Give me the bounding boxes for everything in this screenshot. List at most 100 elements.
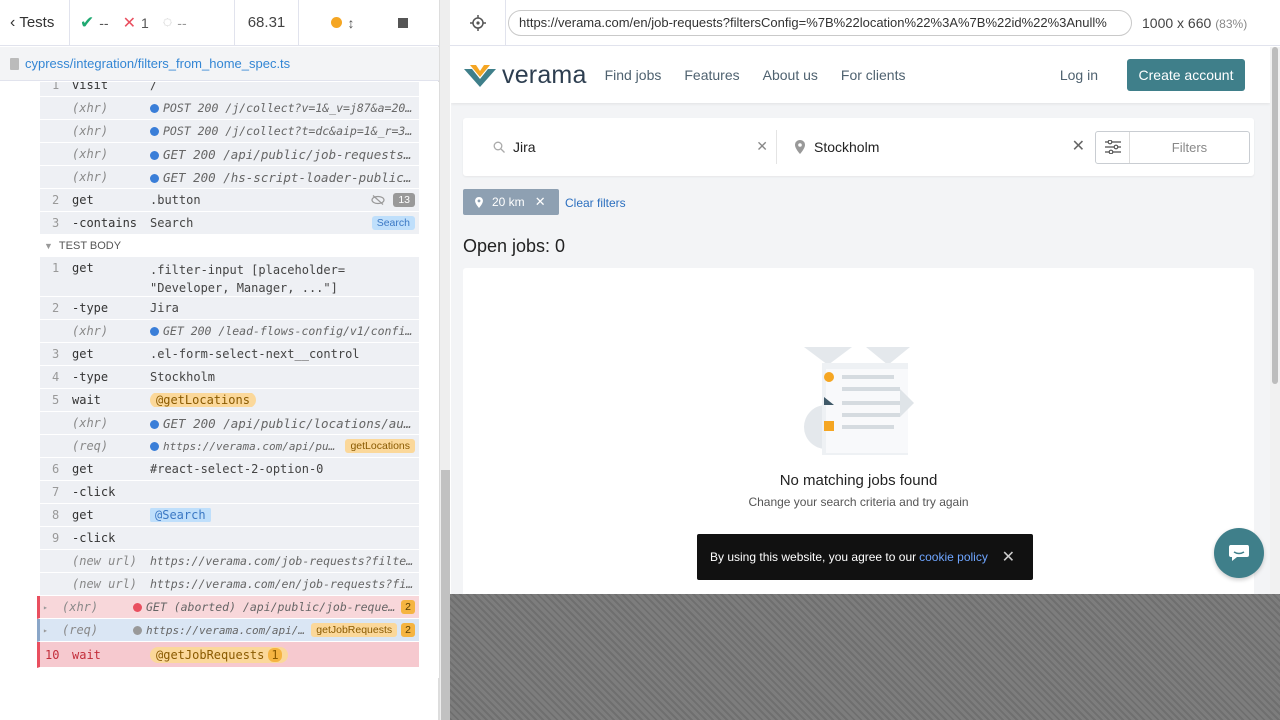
command-name: (req) xyxy=(62,623,99,637)
command-name: get xyxy=(72,462,94,476)
command-message: GET (aborted) /api/public/job-requests?.… xyxy=(133,600,401,614)
clear-location-icon[interactable]: ✕ xyxy=(1072,136,1085,156)
element-count-badge: 13 xyxy=(393,193,415,207)
remove-chip-icon[interactable]: ✕ xyxy=(535,194,546,210)
location-value: Stockholm xyxy=(814,139,880,155)
command-message: Jira xyxy=(150,301,179,315)
section-label: TEST BODY xyxy=(58,240,122,252)
command-row[interactable]: 4 -type Stockholm xyxy=(40,366,419,389)
command-number: 3 xyxy=(52,347,60,361)
command-name: visit xyxy=(72,82,109,92)
command-row[interactable]: (xhr) POST 200 /j/collect?t=dc&aip=1&_r=… xyxy=(40,120,419,143)
nav-for-clients[interactable]: For clients xyxy=(841,67,906,83)
viewport-info[interactable]: 1000 x 660 (83%) xyxy=(1142,15,1247,31)
test-body-section[interactable]: ▼ TEST BODY xyxy=(40,235,419,257)
site-navbar: verama Find jobs Features About us For c… xyxy=(451,47,1270,103)
command-row[interactable]: (new url) https://verama.com/job-request… xyxy=(40,550,419,573)
distance-filter-chip[interactable]: 20 km ✕ xyxy=(463,189,559,215)
command-row[interactable]: 1 get .filter-input [placeholder= "Devel… xyxy=(40,257,419,297)
close-icon[interactable]: ✕ xyxy=(1002,547,1015,567)
command-name: (xhr) xyxy=(72,124,109,138)
stop-icon[interactable] xyxy=(397,17,408,28)
command-row[interactable]: 3 -contains Search Search xyxy=(40,212,419,235)
command-row[interactable]: (xhr) GET 200 /api/public/job-requests?.… xyxy=(40,143,419,166)
command-row[interactable]: (xhr) GET 200 /api/public/locations/aut.… xyxy=(40,412,419,435)
aut-empty-area xyxy=(450,594,1280,720)
nav-features[interactable]: Features xyxy=(684,67,739,83)
command-name: get xyxy=(72,508,94,522)
create-account-button[interactable]: Create account xyxy=(1127,59,1245,91)
xhr-status-icon xyxy=(150,327,159,336)
command-name: (xhr) xyxy=(72,170,109,184)
command-row[interactable]: (xhr) GET 200 /hs-script-loader-public/.… xyxy=(40,166,419,189)
command-row[interactable]: 2 -type Jira xyxy=(40,297,419,320)
command-row[interactable]: 5 wait @getLocations xyxy=(40,389,419,412)
login-link[interactable]: Log in xyxy=(1060,67,1098,83)
command-row[interactable]: 1 visit / xyxy=(40,82,419,97)
filters-button[interactable]: Filters xyxy=(1095,130,1250,164)
command-message: @Search xyxy=(150,508,419,522)
failed-stat: ✕ 1 xyxy=(123,13,149,33)
command-number: 1 xyxy=(52,82,60,92)
selector-playground-button[interactable] xyxy=(450,0,506,46)
nav-find-jobs[interactable]: Find jobs xyxy=(605,67,662,83)
scrollbar-thumb[interactable] xyxy=(441,470,450,720)
command-name: -type xyxy=(72,301,109,315)
command-row[interactable]: (new url) https://verama.com/en/job-requ… xyxy=(40,573,419,596)
command-name: -type xyxy=(72,370,109,384)
command-row[interactable]: 3 get .el-form-select-next__control xyxy=(40,343,419,366)
command-row[interactable]: 2 get .button 13 xyxy=(40,189,419,212)
open-jobs-heading: Open jobs: 0 xyxy=(463,236,566,256)
command-row[interactable]: 7 -click xyxy=(40,481,419,504)
command-number: 8 xyxy=(52,508,60,522)
command-row-failed[interactable]: 10 wait @getJobRequests 1 xyxy=(37,642,419,668)
spec-path: cypress/integration/filters_from_home_sp… xyxy=(25,56,291,71)
command-row[interactable]: (xhr) POST 200 /j/collect?v=1&_v=j87&a=2… xyxy=(40,97,419,120)
duration: 68.31 xyxy=(235,0,299,45)
cookie-policy-link[interactable]: cookie policy xyxy=(919,550,988,564)
command-row[interactable]: 8 get @Search xyxy=(40,504,419,527)
aut-scrollbar[interactable] xyxy=(1270,47,1280,594)
scrollbar-thumb[interactable] xyxy=(1272,47,1278,384)
command-log: 1 visit / (xhr) POST 200 /j/collect?v=1&… xyxy=(0,82,439,678)
command-message: https://verama.com/api/publi... xyxy=(150,440,345,453)
aut-url[interactable]: https://verama.com/en/job-requests?filte… xyxy=(508,9,1132,36)
command-row[interactable]: 6 get #react-select-2-option-0 xyxy=(40,458,419,481)
running-indicator-icon[interactable]: ↕ xyxy=(330,15,355,31)
clear-keyword-icon[interactable]: ✕ xyxy=(756,138,768,155)
command-row[interactable]: (xhr) GET 200 /lead-flows-config/v1/conf… xyxy=(40,320,419,343)
alias-pill: @getLocations xyxy=(150,393,256,407)
xhr-status-icon xyxy=(150,419,159,429)
command-message: .button xyxy=(150,193,201,207)
tests-back-button[interactable]: ‹ Tests xyxy=(0,0,70,45)
command-row[interactable]: (req) https://verama.com/api/publi... ge… xyxy=(40,435,419,458)
spec-path-bar[interactable]: cypress/integration/filters_from_home_sp… xyxy=(0,47,439,81)
filters-label: Filters xyxy=(1171,139,1208,155)
cypress-reporter: ‹ Tests ✔ -- ✕ 1 ◌ -- 68.31 ↕ cypress/integ… xyxy=(0,0,439,720)
nav-about-us[interactable]: About us xyxy=(763,67,818,83)
command-row-request[interactable]: ▸ (req) https://verama.com/api/pub... ge… xyxy=(37,619,419,642)
verama-logo[interactable]: verama xyxy=(464,61,587,90)
command-number: 2 xyxy=(52,193,60,207)
caret-right-icon: ▸ xyxy=(43,602,48,612)
keyword-field[interactable]: Jira ✕ xyxy=(463,130,777,164)
command-name: wait xyxy=(72,647,101,662)
command-row[interactable]: 9 -click xyxy=(40,527,419,550)
reporter-resizer[interactable] xyxy=(439,0,450,720)
pending-icon: ◌ xyxy=(162,13,173,31)
chat-button[interactable] xyxy=(1214,528,1264,578)
main-nav: Find jobs Features About us For clients xyxy=(605,67,906,83)
check-icon: ✔ xyxy=(80,12,95,32)
command-number: 7 xyxy=(52,485,60,499)
search-card: Jira ✕ Stockholm ✕ Filters xyxy=(463,118,1254,176)
clear-filters-link[interactable]: Clear filters xyxy=(565,196,626,210)
runner-controls: ↕ xyxy=(299,0,439,45)
location-field[interactable]: Stockholm ✕ xyxy=(777,130,1085,164)
location-pin-icon xyxy=(795,140,805,154)
xhr-error-icon xyxy=(133,603,142,612)
command-row-aborted[interactable]: ▸ (xhr) GET (aborted) /api/public/job-re… xyxy=(37,596,419,619)
viewport-size: 1000 x 660 xyxy=(1142,14,1212,31)
command-number: 3 xyxy=(52,216,60,230)
command-message: Search xyxy=(150,216,194,230)
alias-badge: getJobRequests xyxy=(311,623,398,637)
